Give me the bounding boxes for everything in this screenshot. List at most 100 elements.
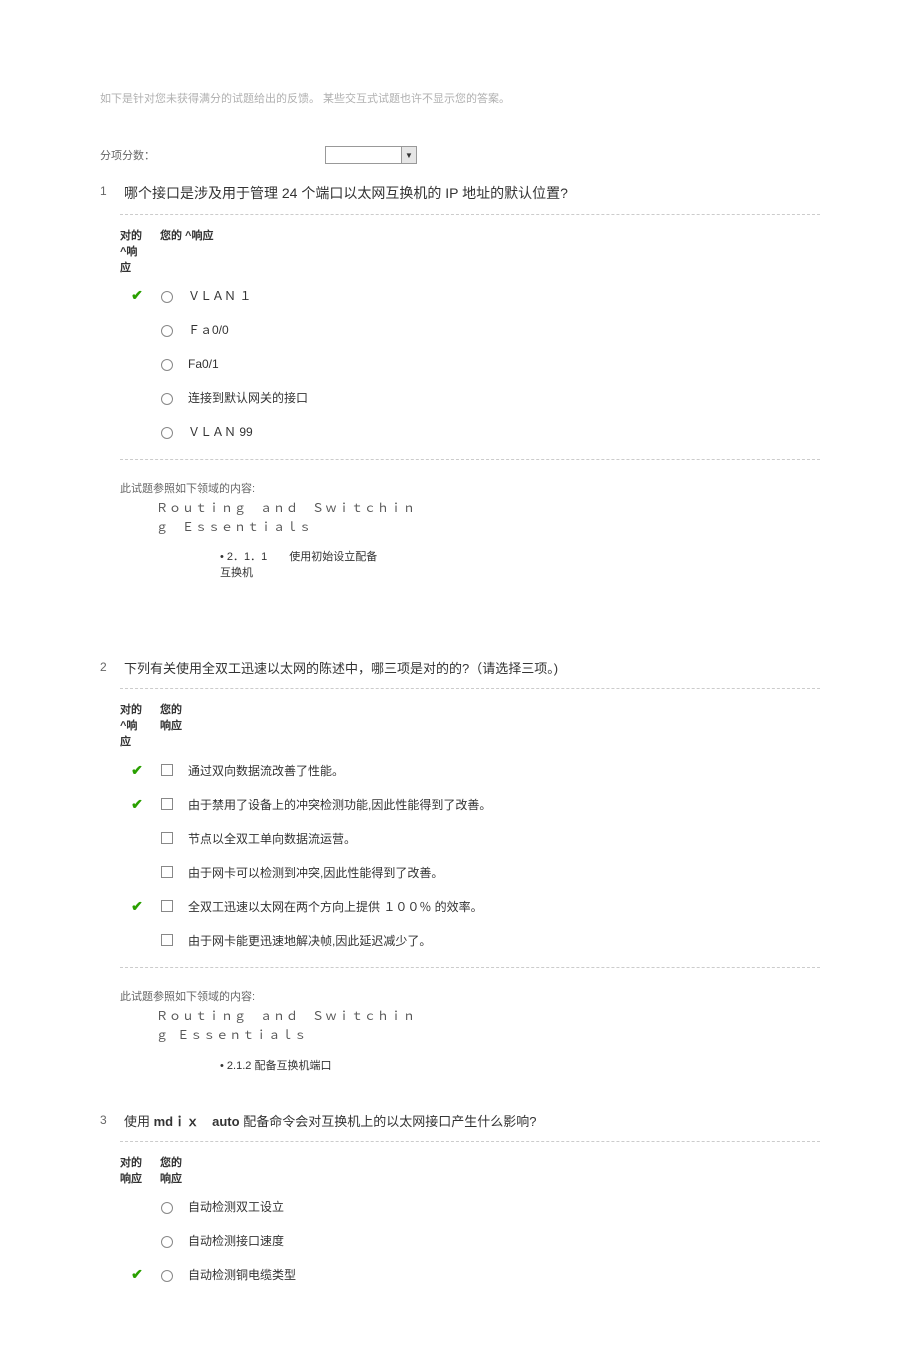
col-correct-label: 应 bbox=[120, 733, 154, 749]
option-radio[interactable] bbox=[161, 393, 173, 405]
option-label: 由于网卡能更迅速地解决帧,因此延迟减少了。 bbox=[178, 932, 431, 949]
domain-title: 此试题参照如下领域的内容: bbox=[120, 480, 820, 496]
score-select[interactable]: ▼ bbox=[325, 146, 417, 164]
option-row: ✔ 全双工迅速以太网在两个方向上提供 １００％ 的效率。 bbox=[120, 889, 820, 923]
option-row: Ｆａ0/0 bbox=[120, 313, 820, 347]
option-row: ✔ 自动检测铜电缆类型 bbox=[120, 1258, 820, 1292]
option-label: Ｆａ0/0 bbox=[178, 321, 229, 338]
option-radio[interactable] bbox=[161, 1270, 173, 1282]
score-label: 分项分数： bbox=[100, 147, 155, 163]
question-number: 3 bbox=[100, 1113, 110, 1127]
correct-mark-cell: ✔ bbox=[120, 1266, 154, 1283]
domain-block: 此试题参照如下领域的内容: Ｒｏｕｔｉｎｇ ａｎｄ Ｓｗｉｔｃｈｉｎｇ Ｅｓｓｅ… bbox=[120, 988, 820, 1072]
option-checkbox[interactable] bbox=[161, 832, 173, 844]
col-resp-label: 您的 bbox=[160, 1154, 182, 1170]
domain-subject: Ｒｏｕｔｉｎｇ ａｎｄ Ｓｗｉｔｃｈｉｎｇ Ｅｓｓｅｎｔｉａｌｓ bbox=[156, 1008, 416, 1046]
option-checkbox[interactable] bbox=[161, 866, 173, 878]
option-label: ＶＬＡＮ 99 bbox=[178, 423, 253, 440]
option-row: 由于网卡可以检测到冲突,因此性能得到了改善。 bbox=[120, 855, 820, 889]
option-input-cell bbox=[154, 761, 178, 779]
check-icon: ✔ bbox=[131, 898, 143, 915]
question-text-part: mdｉｘ auto bbox=[154, 1114, 240, 1129]
option-radio[interactable] bbox=[161, 1236, 173, 1248]
option-row: 节点以全双工单向数据流运营。 bbox=[120, 821, 820, 855]
option-input-cell bbox=[154, 390, 178, 405]
option-label: 节点以全双工单向数据流运营。 bbox=[178, 830, 356, 847]
intro-text: 如下是针对您未获得满分的试题给出的反馈。 某些交互式试题也许不显示您的答案。 bbox=[100, 90, 820, 106]
option-input-cell bbox=[154, 1233, 178, 1248]
option-input-cell bbox=[154, 356, 178, 371]
check-icon: ✔ bbox=[131, 796, 143, 813]
col-resp-label: 响应 bbox=[160, 717, 182, 733]
question-number: 1 bbox=[100, 184, 110, 198]
option-label: 通过双向数据流改善了性能。 bbox=[178, 762, 344, 779]
option-input-cell bbox=[154, 931, 178, 949]
check-icon: ✔ bbox=[131, 762, 143, 779]
score-bar: 分项分数： ▼ bbox=[100, 146, 820, 164]
question-text-part: IP bbox=[445, 185, 458, 201]
domain-title: 此试题参照如下领域的内容: bbox=[120, 988, 820, 1004]
option-label: 自动检测接口速度 bbox=[178, 1232, 284, 1249]
option-label: 连接到默认网关的接口 bbox=[178, 389, 308, 406]
response-header: 对的 ^响 应 您的 响应 bbox=[120, 689, 820, 753]
option-input-cell bbox=[154, 795, 178, 813]
option-checkbox[interactable] bbox=[161, 798, 173, 810]
option-row: ✔ＶＬＡＮ １ bbox=[120, 279, 820, 313]
col-correct-label: 响应 bbox=[120, 1170, 154, 1186]
option-radio[interactable] bbox=[161, 427, 173, 439]
option-input-cell bbox=[154, 424, 178, 439]
domain-bullet: 2．1．1 使用初始设立配备互换机 bbox=[220, 548, 380, 580]
col-resp-label: 您的 bbox=[160, 701, 182, 717]
option-label: 自动检测双工设立 bbox=[178, 1198, 284, 1215]
option-input-cell bbox=[154, 863, 178, 881]
option-row: Fa0/1 bbox=[120, 347, 820, 381]
option-radio[interactable] bbox=[161, 325, 173, 337]
option-input-cell bbox=[154, 897, 178, 915]
check-icon: ✔ bbox=[131, 287, 143, 304]
option-input-cell bbox=[154, 829, 178, 847]
question-text-part: 使用 bbox=[124, 1114, 154, 1129]
option-label: 由于禁用了设备上的冲突检测功能,因此性能得到了改善。 bbox=[178, 796, 491, 813]
option-radio[interactable] bbox=[161, 1202, 173, 1214]
option-row: 自动检测双工设立 bbox=[120, 1190, 820, 1224]
question-2: 2 下列有关使用全双工迅速以太网的陈述中，哪三项是对的的?（请选择三项。) 对的… bbox=[100, 660, 820, 1073]
option-checkbox[interactable] bbox=[161, 934, 173, 946]
option-row: ＶＬＡＮ 99 bbox=[120, 415, 820, 449]
col-correct-label: ^响 bbox=[120, 717, 154, 733]
question-text-part: 地址的默认位置? bbox=[458, 185, 568, 201]
option-row: ✔ 通过双向数据流改善了性能。 bbox=[120, 753, 820, 787]
option-checkbox[interactable] bbox=[161, 900, 173, 912]
col-correct-label: 对的 bbox=[120, 701, 154, 717]
question-text: 哪个接口是涉及用于管理 24 个端口以太网互换机的 IP 地址的默认位置? bbox=[124, 184, 820, 204]
option-input-cell bbox=[154, 288, 178, 303]
correct-mark-cell: ✔ bbox=[120, 762, 154, 779]
response-header: 对的 响应 您的 响应 bbox=[120, 1142, 820, 1190]
question-3: 3 使用 mdｉｘ auto 配备命令会对互换机上的以太网接口产生什么影响? 对… bbox=[100, 1113, 820, 1292]
correct-mark-cell: ✔ bbox=[120, 287, 154, 304]
option-label: 自动检测铜电缆类型 bbox=[178, 1266, 296, 1283]
correct-mark-cell: ✔ bbox=[120, 898, 154, 915]
chevron-down-icon: ▼ bbox=[401, 147, 416, 163]
option-checkbox[interactable] bbox=[161, 764, 173, 776]
option-row: 由于网卡能更迅速地解决帧,因此延迟减少了。 bbox=[120, 923, 820, 957]
question-text: 下列有关使用全双工迅速以太网的陈述中，哪三项是对的的?（请选择三项。) bbox=[124, 660, 820, 678]
response-header: 对的 ^响 应 您的 ^响应 bbox=[120, 215, 820, 279]
option-radio[interactable] bbox=[161, 291, 173, 303]
option-input-cell bbox=[154, 322, 178, 337]
question-1: 1 哪个接口是涉及用于管理 24 个端口以太网互换机的 IP 地址的默认位置? … bbox=[100, 184, 820, 580]
col-correct-label: 对的 bbox=[120, 1154, 154, 1170]
divider bbox=[120, 459, 820, 460]
option-radio[interactable] bbox=[161, 359, 173, 371]
option-input-cell bbox=[154, 1199, 178, 1214]
col-resp-label: 响应 bbox=[160, 1170, 182, 1186]
domain-subject: Ｒｏｕｔｉｎｇ ａｎｄ Ｓｗｉｔｃｈｉｎｇ Ｅｓｓｅｎｔｉａｌｓ bbox=[156, 500, 416, 538]
correct-mark-cell: ✔ bbox=[120, 796, 154, 813]
option-input-cell bbox=[154, 1267, 178, 1282]
option-label: Fa0/1 bbox=[178, 357, 219, 371]
col-correct-label: ^响 bbox=[120, 243, 154, 259]
option-row: ✔ 由于禁用了设备上的冲突检测功能,因此性能得到了改善。 bbox=[120, 787, 820, 821]
check-icon: ✔ bbox=[131, 1266, 143, 1283]
option-label: 全双工迅速以太网在两个方向上提供 １００％ 的效率。 bbox=[178, 898, 483, 915]
question-text-part: 配备命令会对互换机上的以太网接口产生什么影响? bbox=[240, 1114, 537, 1129]
domain-block: 此试题参照如下领域的内容: Ｒｏｕｔｉｎｇ ａｎｄ Ｓｗｉｔｃｈｉｎｇ Ｅｓｓｅ… bbox=[120, 480, 820, 580]
